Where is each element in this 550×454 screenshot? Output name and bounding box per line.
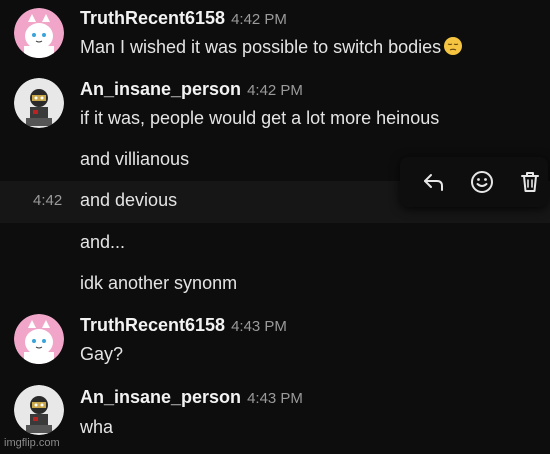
delete-icon[interactable] — [517, 169, 543, 195]
message-text: and villianous — [80, 149, 190, 169]
username[interactable]: TruthRecent6158 4:43 PM — [80, 315, 287, 336]
message-text: Man I wished it was possible to switch b… — [80, 36, 463, 61]
avatar[interactable] — [14, 385, 64, 435]
username[interactable]: TruthRecent6158 4:42 PM — [80, 8, 287, 29]
watermark: imgflip.com — [4, 437, 60, 449]
avatar[interactable] — [14, 78, 64, 128]
avatar[interactable] — [14, 314, 64, 364]
message-text: idk another synonm — [80, 273, 238, 293]
chat-window: TruthRecent6158 4:42 PM Man I wished it w… — [0, 0, 550, 454]
username[interactable]: An_insane_person 4:42 PM — [80, 79, 303, 100]
message-text: wha — [80, 417, 114, 437]
username[interactable]: An_insane_person 4:43 PM — [80, 387, 303, 408]
message-text: Gay? — [80, 344, 124, 364]
timestamp: 4:43 PM — [247, 390, 303, 407]
hover-timestamp: 4:42 — [33, 192, 63, 209]
timestamp: 4:42 PM — [231, 11, 287, 28]
reply-icon[interactable] — [421, 169, 447, 195]
avatar[interactable] — [14, 8, 64, 58]
message-text: if it was, people would get a lot more h… — [80, 108, 440, 128]
pensive-face-icon — [443, 36, 463, 61]
message-text: and devious — [80, 190, 178, 210]
timestamp: 4:43 PM — [231, 318, 287, 335]
message-text: and... — [80, 232, 126, 252]
message-action-bar — [400, 157, 548, 207]
add-reaction-icon[interactable] — [469, 169, 495, 195]
timestamp: 4:42 PM — [247, 82, 303, 99]
